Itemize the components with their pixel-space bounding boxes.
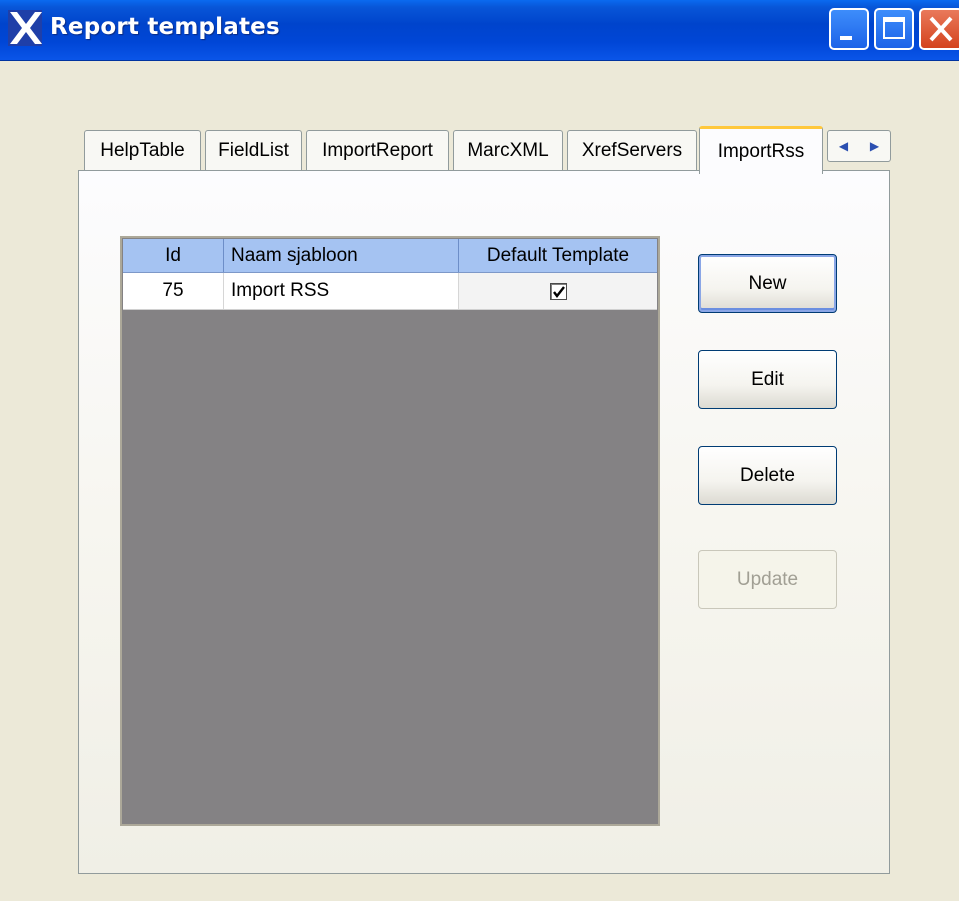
tab-helptable[interactable]: HelpTable (84, 130, 201, 171)
delete-button[interactable]: Delete (698, 446, 837, 505)
tab-fieldlist[interactable]: FieldList (205, 130, 302, 171)
cell-id[interactable]: 75 (123, 273, 224, 309)
close-icon (929, 16, 953, 42)
tab-importrss[interactable]: ImportRss (699, 126, 823, 174)
column-header-default-template[interactable]: Default Template (459, 239, 657, 272)
new-button[interactable]: New (698, 254, 837, 313)
tab-xrefservers[interactable]: XrefServers (567, 130, 697, 171)
default-template-checkbox[interactable] (549, 282, 567, 300)
check-icon (552, 285, 565, 298)
tab-importreport[interactable]: ImportReport (306, 130, 449, 171)
arrow-left-icon[interactable]: ◀ (839, 139, 848, 153)
report-templates-window: Report templates HelpTable FieldList Imp… (0, 0, 959, 901)
tab-label: XrefServers (581, 140, 683, 161)
edit-button[interactable]: Edit (698, 350, 837, 409)
tab-label: MarcXML (467, 140, 549, 161)
app-x-icon (8, 8, 44, 48)
title-bar[interactable]: Report templates (0, 0, 959, 61)
tab-label: ImportRss (717, 140, 805, 162)
close-button[interactable] (919, 8, 959, 50)
cell-name[interactable]: Import RSS (224, 273, 459, 309)
maximize-icon (883, 17, 905, 39)
tab-label: FieldList (218, 140, 289, 161)
tab-marcxml[interactable]: MarcXML (453, 130, 563, 171)
tab-scroll-control[interactable]: ◀ ▶ (827, 130, 891, 162)
tab-label: HelpTable (100, 140, 185, 161)
maximize-button[interactable] (874, 8, 914, 50)
tab-label: ImportReport (322, 140, 433, 161)
update-button[interactable]: Update (698, 550, 837, 609)
table-row[interactable]: 75 Import RSS (123, 273, 657, 310)
minimize-button[interactable] (829, 8, 869, 50)
column-header-id[interactable]: Id (123, 239, 224, 272)
minimize-icon (840, 36, 852, 40)
column-header-name[interactable]: Naam sjabloon (224, 239, 459, 272)
templates-grid[interactable]: Id Naam sjabloon Default Template 75 Imp… (120, 236, 660, 826)
cell-default-template[interactable] (459, 273, 657, 309)
grid-header: Id Naam sjabloon Default Template (123, 239, 657, 273)
window-title: Report templates (50, 14, 280, 40)
arrow-right-icon[interactable]: ▶ (870, 139, 879, 153)
